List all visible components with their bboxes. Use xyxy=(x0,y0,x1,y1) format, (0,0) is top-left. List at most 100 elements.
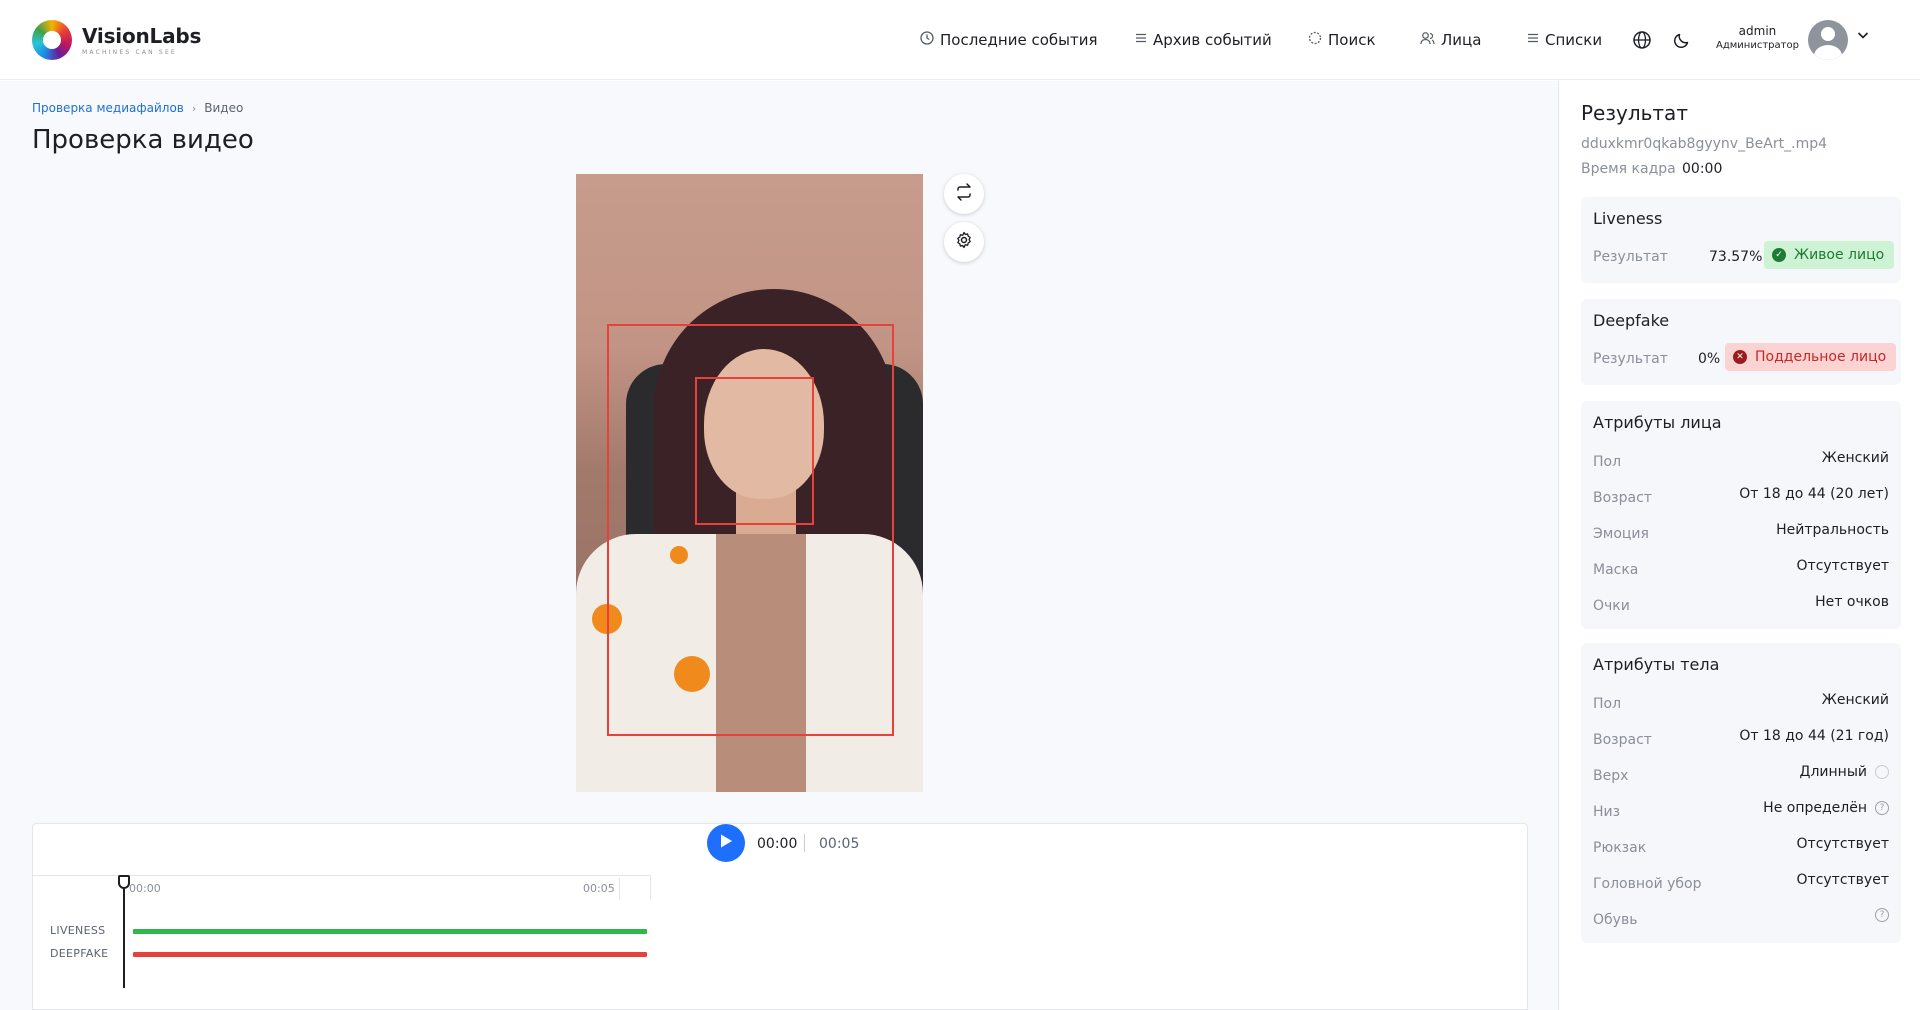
page-title: Проверка видео xyxy=(32,125,254,155)
playhead-handle[interactable] xyxy=(118,875,130,889)
users-icon xyxy=(1420,31,1435,49)
body-attr-value-shoes: ? xyxy=(1867,908,1889,922)
face-attr-value: От 18 до 44 (20 лет) xyxy=(1739,486,1889,502)
logo-icon xyxy=(32,20,72,60)
logo-name: VisionLabs xyxy=(82,24,202,48)
nav-lists[interactable]: Списки xyxy=(1527,0,1602,80)
avatar[interactable] xyxy=(1808,20,1848,60)
face-attributes-card: Атрибуты лица Пол Женский Возраст От 18 … xyxy=(1581,401,1901,629)
breadcrumb: Проверка медиафайлов › Видео xyxy=(32,101,243,115)
nav-label: Списки xyxy=(1545,31,1603,49)
nav-faces[interactable]: Лица xyxy=(1420,0,1481,80)
face-attr-value: Женский xyxy=(1821,450,1889,466)
play-button[interactable] xyxy=(707,824,745,862)
list-icon xyxy=(1135,32,1147,48)
deepfake-status-badge: ✕ Поддельное лицо xyxy=(1725,343,1897,371)
nav-label: Архив событий xyxy=(1153,31,1272,49)
ruler-tick xyxy=(619,878,620,900)
body-attributes-title: Атрибуты тела xyxy=(1593,655,1720,674)
track-label-deepfake: DEEPFAKE xyxy=(50,947,109,960)
nav-search[interactable]: Поиск xyxy=(1308,0,1376,80)
language-globe-icon[interactable] xyxy=(1630,28,1654,52)
user-role: Администратор xyxy=(1716,40,1799,51)
video-timeline: 00:00 00:05 00:00 00:05 LIVENESS DEEPFAK… xyxy=(32,823,1528,1010)
liveness-badge-text: Живое лицо xyxy=(1794,247,1885,263)
liveness-track-bar[interactable] xyxy=(133,929,647,934)
body-attr-value-lower: Не определён ? xyxy=(1763,800,1889,816)
logo[interactable]: VisionLabs MACHINES CAN SEE xyxy=(32,20,201,60)
body-attr-label: Верх xyxy=(1593,768,1629,784)
face-attr-value: Нейтральность xyxy=(1776,522,1889,538)
search-icon xyxy=(1308,31,1322,49)
playhead-line[interactable] xyxy=(123,876,125,988)
clock-icon xyxy=(920,31,934,49)
body-attr-label: Рюкзак xyxy=(1593,840,1647,856)
chevron-right-icon: › xyxy=(191,101,197,115)
deepfake-card: Deepfake Результат 0% ✕ Поддельное лицо xyxy=(1581,299,1901,385)
top-header: VisionLabs MACHINES CAN SEE Последние со… xyxy=(0,0,1920,80)
breadcrumb-parent-link[interactable]: Проверка медиафайлов xyxy=(32,101,184,115)
body-attr-label: Обувь xyxy=(1593,912,1638,928)
liveness-title: Liveness xyxy=(1593,209,1663,228)
play-icon xyxy=(719,833,733,853)
liveness-result-label: Результат xyxy=(1593,249,1668,265)
nav-events-archive[interactable]: Архив событий xyxy=(1135,0,1272,80)
video-frame[interactable] xyxy=(576,174,923,792)
face-attr-value: Нет очков xyxy=(1815,594,1889,610)
liveness-card: Liveness Результат 73.57% ✓ Живое лицо xyxy=(1581,197,1901,283)
face-attr-label: Маска xyxy=(1593,562,1639,578)
dark-mode-moon-icon[interactable] xyxy=(1670,28,1694,52)
body-attr-value: От 18 до 44 (21 год) xyxy=(1739,728,1889,744)
swap-button[interactable] xyxy=(944,174,984,214)
body-attr-label: Низ xyxy=(1593,804,1621,820)
track-label-liveness: LIVENESS xyxy=(50,924,106,937)
deepfake-badge-text: Поддельное лицо xyxy=(1755,349,1887,365)
logo-tagline: MACHINES CAN SEE xyxy=(82,49,177,56)
body-attr-value: Отсутствует xyxy=(1796,872,1889,888)
frame-time-value: 00:00 xyxy=(1682,161,1723,177)
file-name: dduxkmr0qkab8gyynv_BeArt_.mp4 xyxy=(1581,136,1827,152)
nav-label: Последние события xyxy=(940,31,1098,49)
face-attr-label: Очки xyxy=(1593,598,1630,614)
body-attributes-card: Атрибуты тела Пол Женский Возраст От 18 … xyxy=(1581,643,1901,943)
color-swatch-icon xyxy=(1875,765,1889,779)
time-divider xyxy=(804,834,805,852)
settings-button[interactable] xyxy=(944,222,984,262)
main-area: Проверка медиафайлов › Видео Проверка ви… xyxy=(0,81,1558,1010)
gear-icon xyxy=(955,231,973,253)
help-icon[interactable]: ? xyxy=(1875,908,1889,922)
total-duration: 00:05 xyxy=(819,836,860,852)
face-attr-value: Отсутствует xyxy=(1796,558,1889,574)
body-attr-label: Пол xyxy=(1593,696,1622,712)
deepfake-track-bar[interactable] xyxy=(133,952,647,957)
face-bounding-box xyxy=(695,377,814,525)
breadcrumb-current: Видео xyxy=(204,101,244,115)
frame-time-label: Время кадра xyxy=(1581,161,1676,177)
x-circle-icon: ✕ xyxy=(1733,350,1747,364)
current-time: 00:00 xyxy=(757,836,798,852)
nav-recent-events[interactable]: Последние события xyxy=(920,0,1097,80)
result-title: Результат xyxy=(1581,101,1688,125)
ruler-end-label: 00:05 xyxy=(583,882,615,895)
body-attr-value: Не определён xyxy=(1763,800,1867,816)
body-attr-value: Длинный xyxy=(1799,764,1867,780)
ruler-start-label: 00:00 xyxy=(129,882,161,895)
help-icon[interactable]: ? xyxy=(1875,801,1889,815)
face-attributes-title: Атрибуты лица xyxy=(1593,413,1722,432)
body-attr-label: Возраст xyxy=(1593,732,1652,748)
result-panel: Результат dduxkmr0qkab8gyynv_BeArt_.mp4 … xyxy=(1558,81,1920,1010)
body-attr-label: Головной убор xyxy=(1593,876,1702,892)
user-info[interactable]: admin Администратор xyxy=(1716,24,1799,51)
liveness-percent: 73.57% xyxy=(1709,249,1763,265)
face-attr-label: Эмоция xyxy=(1593,526,1649,542)
deepfake-percent: 0% xyxy=(1698,351,1721,367)
check-circle-icon: ✓ xyxy=(1772,248,1786,262)
deepfake-result-label: Результат xyxy=(1593,351,1668,367)
deepfake-title: Deepfake xyxy=(1593,311,1670,330)
body-attr-value: Отсутствует xyxy=(1796,836,1889,852)
chevron-down-icon[interactable] xyxy=(1856,28,1870,46)
body-attr-value-upper: Длинный xyxy=(1800,764,1889,780)
face-attr-label: Пол xyxy=(1593,454,1622,470)
liveness-status-badge: ✓ Живое лицо xyxy=(1764,241,1895,269)
user-name: admin xyxy=(1738,24,1777,38)
